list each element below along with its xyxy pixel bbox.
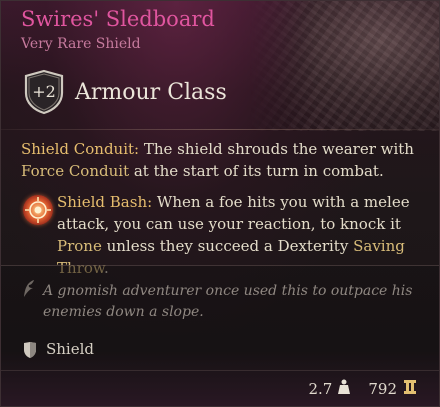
passive-text-before: The shield shrouds the wearer with [139, 140, 414, 158]
force-conduit-link[interactable]: Force Conduit [21, 162, 129, 180]
item-tooltip: Swires' Sledboard Very Rare Shield +2 Ar… [0, 0, 440, 407]
item-artwork [249, 1, 439, 131]
item-type: Shield [46, 340, 95, 358]
bash-text-2: unless they succeed a Dexterity [101, 237, 354, 255]
armour-class-row: +2 Armour Class [23, 69, 227, 115]
bash-title: Shield Bash: [57, 193, 153, 211]
flavor-text: A gnomish adventurer once used this to o… [43, 283, 413, 320]
shield-icon [23, 341, 37, 363]
armour-class-label: Armour Class [75, 79, 227, 105]
weight-icon [338, 379, 351, 399]
item-weight: 2.7 [308, 380, 333, 398]
shield-bash-icon [23, 195, 53, 225]
item-value: 792 [368, 380, 397, 398]
item-rarity: Very Rare Shield [21, 36, 141, 52]
item-name: Swires' Sledboard [21, 7, 215, 31]
armour-class-value: +2 [32, 82, 56, 101]
item-stats-footer: 2.7 792 [309, 379, 418, 399]
shield-outline-icon: +2 [23, 69, 65, 115]
passive-text-after: at the start of its turn in combat. [129, 162, 384, 180]
divider [1, 370, 439, 371]
prone-link[interactable]: Prone [57, 237, 102, 255]
quill-icon [22, 279, 36, 303]
divider [1, 129, 439, 130]
divider [1, 265, 439, 266]
gold-coin-icon [403, 379, 417, 399]
passive-title: Shield Conduit: [21, 140, 140, 158]
passive-shield-conduit: Shield Conduit: The shield shrouds the w… [21, 138, 421, 182]
